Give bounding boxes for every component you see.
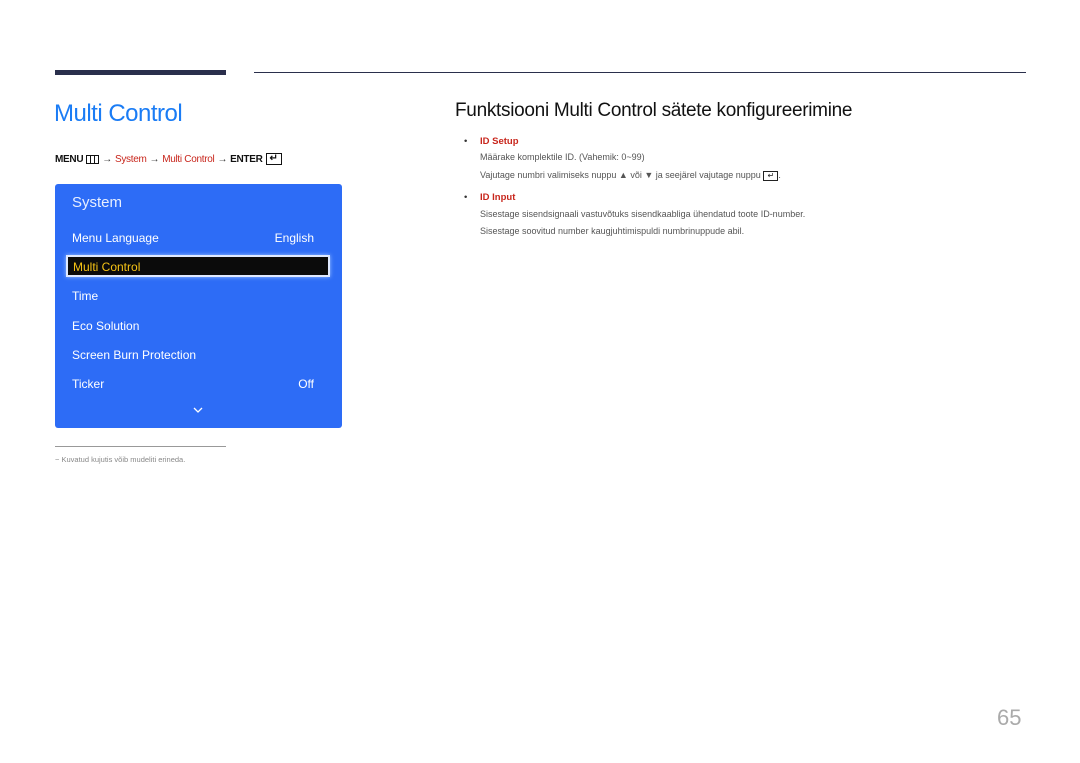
footnote: − Kuvatud kujutis võib mudeliti erineda. xyxy=(55,455,185,464)
id-input-line-2: Sisestage soovitud number kaugjuhtimispu… xyxy=(480,226,745,236)
enter-icon: ↵ xyxy=(265,153,282,165)
header-rule xyxy=(254,72,1026,73)
breadcrumb: MENU → System → Multi Control → ENTER ↵ xyxy=(55,153,282,165)
footnote-dash: − xyxy=(55,455,60,464)
footnote-rule xyxy=(55,446,226,447)
arrow-icon: → xyxy=(217,153,228,165)
arrow-icon: → xyxy=(149,153,160,165)
breadcrumb-enter: ENTER xyxy=(230,153,263,165)
id-input-line-1: Sisestage sisendsignaali vastuvõtuks sis… xyxy=(480,209,806,219)
enter-icon: ↵ xyxy=(763,170,779,181)
osd-item-multi-control[interactable]: Multi Control xyxy=(66,255,330,277)
breadcrumb-system: System xyxy=(114,153,147,165)
header-accent-bar xyxy=(55,70,226,75)
bullet-heading: ID Setup xyxy=(480,136,519,147)
osd-item-label: Time xyxy=(72,289,99,303)
page-number: 65 xyxy=(997,705,1022,730)
id-setup-line-1: Määrake komplektile ID. (Vahemik: 0~99) xyxy=(480,152,645,162)
bullet-icon: • xyxy=(464,136,468,147)
page-title: Multi Control xyxy=(54,100,183,127)
osd-item-menu-language[interactable]: Menu Language English xyxy=(72,231,314,245)
osd-item-value: Off xyxy=(298,377,314,391)
breadcrumb-multi-control: Multi Control xyxy=(162,153,215,165)
osd-item-label: Ticker xyxy=(72,377,105,391)
id-setup-line-2-text: Vajutage numbri valimiseks nuppu ▲ või ▼… xyxy=(480,170,761,180)
system-menu-osd: System Menu Language English Multi Contr… xyxy=(55,184,342,428)
arrow-icon: → xyxy=(102,153,112,165)
osd-item-eco-solution[interactable]: Eco Solution xyxy=(72,319,314,333)
osd-item-screen-burn-protection[interactable]: Screen Burn Protection xyxy=(72,348,314,362)
osd-item-label: Screen Burn Protection xyxy=(72,348,197,362)
osd-title: System xyxy=(72,194,123,211)
osd-item-time[interactable]: Time xyxy=(72,289,314,303)
osd-item-label: Menu Language xyxy=(72,231,159,245)
menu-grid-icon xyxy=(86,154,100,164)
bullet-heading: ID Input xyxy=(480,192,516,203)
osd-item-label: Multi Control xyxy=(73,260,141,274)
osd-item-label: Eco Solution xyxy=(72,319,140,333)
period: . xyxy=(778,170,781,180)
bullet-icon: • xyxy=(464,192,468,203)
osd-item-ticker[interactable]: Ticker Off xyxy=(72,377,314,391)
chevron-down-icon[interactable] xyxy=(192,405,204,415)
section-title: Funktsiooni Multi Control sätete konfigu… xyxy=(455,100,853,121)
breadcrumb-menu: MENU xyxy=(55,153,84,165)
osd-item-value: English xyxy=(274,231,314,245)
footnote-text: Kuvatud kujutis võib mudeliti erineda. xyxy=(61,455,186,464)
id-setup-line-2: Vajutage numbri valimiseks nuppu ▲ või ▼… xyxy=(480,170,781,181)
